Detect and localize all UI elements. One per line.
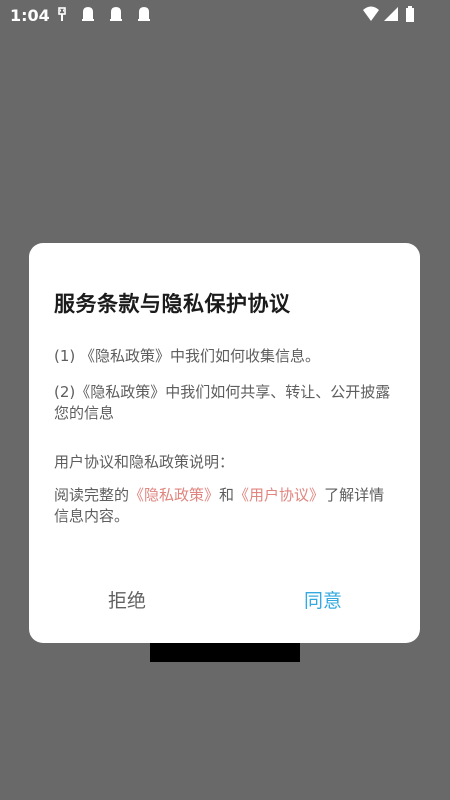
agree-button[interactable]: 同意 — [263, 583, 383, 619]
and-text: 和 — [219, 486, 235, 504]
notification-icon — [138, 7, 150, 21]
bottom-bar — [150, 640, 300, 662]
reject-button[interactable]: 拒绝 — [67, 583, 187, 619]
status-bar: 1:04 — [0, 0, 450, 30]
usb-icon — [58, 7, 66, 21]
notification-icon — [110, 7, 122, 21]
signal-icon — [384, 7, 398, 21]
wifi-icon — [363, 6, 379, 21]
privacy-item-2: (2)《隐私政策》中我们如何共享、转让、公开披露您的信息 — [54, 383, 391, 422]
privacy-dialog: 服务条款与隐私保护协议 (1) 《隐私政策》中我们如何收集信息。 (2)《隐私政… — [29, 243, 420, 643]
user-agreement-link[interactable]: 《用户协议》 — [234, 486, 324, 504]
status-time: 1:04 — [10, 6, 50, 25]
battery-icon — [406, 6, 414, 22]
screen: 1:04 服务条款与隐私保护协议 (1) 《隐私政策》中我们如何收集信息。 (2… — [0, 0, 450, 800]
notification-icon — [82, 7, 94, 21]
dialog-title: 服务条款与隐私保护协议 — [54, 292, 291, 316]
privacy-policy-link[interactable]: 《隐私政策》 — [129, 486, 219, 504]
agreement-subheading: 用户协议和隐私政策说明： — [54, 453, 235, 471]
privacy-item-1: (1) 《隐私政策》中我们如何收集信息。 — [54, 347, 321, 365]
read-full-text: 阅读完整的《隐私政策》和《用户协议》了解详情信息内容。 — [54, 485, 399, 527]
read-prefix: 阅读完整的 — [54, 486, 130, 504]
